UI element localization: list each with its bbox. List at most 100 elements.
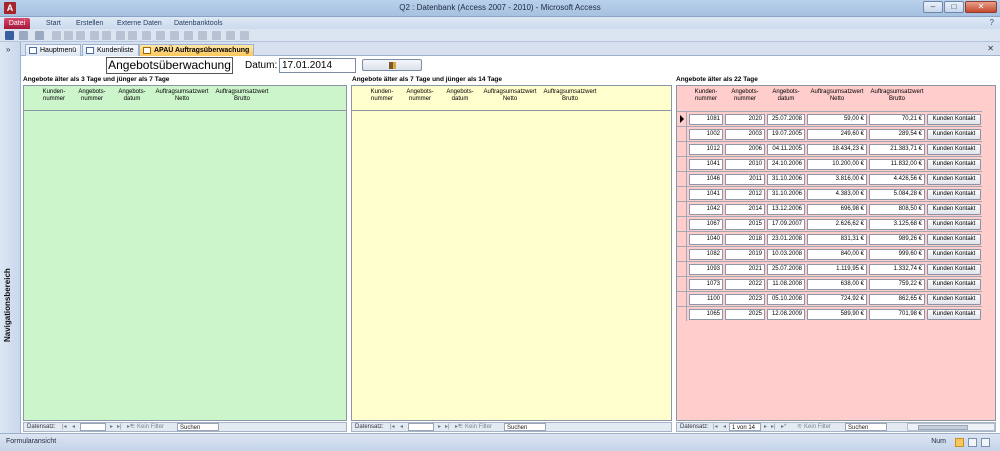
record-selector[interactable] [677, 172, 687, 186]
search-input[interactable]: Suchen [177, 423, 219, 431]
kundennummer-cell[interactable]: 1093 [689, 264, 723, 275]
angebotsdatum-cell[interactable]: 05.10.2008 [767, 294, 805, 305]
table-row[interactable]: 1012 2006 04.11.2005 18.434,23 €21.383,71 €… [677, 141, 982, 156]
toolbar-tool-icon[interactable] [170, 31, 179, 40]
record-selector[interactable] [677, 187, 687, 201]
toolbar-tool-icon[interactable] [240, 31, 249, 40]
angebotsnummer-cell[interactable]: 2022 [725, 279, 765, 290]
last-record-button[interactable]: ▸| [771, 423, 776, 431]
toolbar-tool-icon[interactable] [142, 31, 151, 40]
previous-record-button[interactable]: ◂ [72, 423, 75, 431]
current-record-field[interactable] [80, 423, 106, 431]
table-row[interactable]: 1067 2015 17.09.2007 2.626,62 €3.125,68 € Ku… [677, 216, 982, 231]
brutto-cell[interactable]: 759,22 € [869, 279, 925, 290]
help-icon[interactable]: ? [990, 18, 994, 27]
form-view-icon[interactable] [955, 438, 964, 447]
next-record-button[interactable]: ▸ [438, 423, 441, 431]
brutto-cell[interactable]: 701,98 € [869, 309, 925, 320]
tab-erstellen[interactable]: Erstellen [76, 18, 103, 29]
kundennummer-cell[interactable]: 1046 [689, 174, 723, 185]
toolbar-tool-icon[interactable] [64, 31, 73, 40]
record-selector[interactable] [677, 232, 687, 246]
kundennummer-cell[interactable]: 1100 [689, 294, 723, 305]
table-row[interactable]: 1046 2011 31.10.2006 3.816,00 €4.426,56 € Ku… [677, 171, 982, 186]
netto-cell[interactable]: 10.200,00 € [807, 159, 867, 170]
netto-cell[interactable]: 249,60 € [807, 129, 867, 140]
angebotsdatum-cell[interactable]: 10.03.2008 [767, 249, 805, 260]
filter-status[interactable]: ⚟ Kein Filter [458, 423, 492, 431]
tab-datenbanktools[interactable]: Datenbanktools [174, 18, 223, 29]
datum-field[interactable]: 17.01.2014 [279, 58, 356, 73]
current-record-field[interactable] [408, 423, 434, 431]
kundennummer-cell[interactable]: 1073 [689, 279, 723, 290]
angebotsnummer-cell[interactable]: 2020 [725, 114, 765, 125]
kundennummer-cell[interactable]: 1040 [689, 234, 723, 245]
angebotsdatum-cell[interactable]: 17.09.2007 [767, 219, 805, 230]
angebotsdatum-cell[interactable]: 31.10.2006 [767, 189, 805, 200]
toolbar-tool-icon[interactable] [156, 31, 165, 40]
record-selector[interactable] [677, 277, 687, 291]
previous-record-button[interactable]: ◂ [723, 423, 726, 431]
kundennummer-cell[interactable]: 1067 [689, 219, 723, 230]
angebotsnummer-cell[interactable]: 2018 [725, 234, 765, 245]
angebotsnummer-cell[interactable]: 2003 [725, 129, 765, 140]
brutto-cell[interactable]: 21.383,71 € [869, 144, 925, 155]
kundennummer-cell[interactable]: 1082 [689, 249, 723, 260]
tab-hauptmenue[interactable]: Hauptmenü [25, 44, 82, 56]
kunden-kontakt-button[interactable]: Kunden Kontakt [927, 309, 981, 320]
kundennummer-cell[interactable]: 1042 [689, 204, 723, 215]
kundennummer-cell[interactable]: 1081 [689, 114, 723, 125]
angebotsnummer-cell[interactable]: 2012 [725, 189, 765, 200]
tab-start[interactable]: Start [46, 18, 61, 29]
brutto-cell[interactable]: 1.332,74 € [869, 264, 925, 275]
kunden-kontakt-button[interactable]: Kunden Kontakt [927, 219, 981, 230]
maximize-button[interactable]: □ [944, 1, 964, 13]
angebotsnummer-cell[interactable]: 2019 [725, 249, 765, 260]
angebotsdatum-cell[interactable]: 24.10.2006 [767, 159, 805, 170]
record-selector[interactable] [677, 142, 687, 156]
kunden-kontakt-button[interactable]: Kunden Kontakt [927, 114, 981, 125]
kunden-kontakt-button[interactable]: Kunden Kontakt [927, 144, 981, 155]
kundennummer-cell[interactable]: 1002 [689, 129, 723, 140]
kunden-kontakt-button[interactable]: Kunden Kontakt [927, 159, 981, 170]
netto-cell[interactable]: 724,92 € [807, 294, 867, 305]
angebotsdatum-cell[interactable]: 25.07.2008 [767, 114, 805, 125]
brutto-cell[interactable]: 862,65 € [869, 294, 925, 305]
record-selector[interactable] [677, 127, 687, 141]
tab-apau-auftragsueberwachung[interactable]: APAÜ Auftragsüberwachung [139, 44, 255, 56]
brutto-cell[interactable]: 11.832,00 € [869, 159, 925, 170]
last-record-button[interactable]: ▸| [117, 423, 122, 431]
toolbar-tool-icon[interactable] [102, 31, 111, 40]
kunden-kontakt-button[interactable]: Kunden Kontakt [927, 249, 981, 260]
record-selector[interactable] [677, 202, 687, 216]
brutto-cell[interactable]: 70,21 € [869, 114, 925, 125]
brutto-cell[interactable]: 3.125,68 € [869, 219, 925, 230]
scrollbar-thumb[interactable] [918, 425, 968, 430]
nav-pane-toggle-icon[interactable]: » [6, 45, 10, 54]
next-record-button[interactable]: ▸ [110, 423, 113, 431]
layout-view-icon[interactable] [968, 438, 977, 447]
toolbar-tool-icon[interactable] [226, 31, 235, 40]
angebotsnummer-cell[interactable]: 2006 [725, 144, 765, 155]
current-record-field[interactable]: 1 von 14 [729, 423, 761, 431]
kundennummer-cell[interactable]: 1041 [689, 189, 723, 200]
angebotsdatum-cell[interactable]: 25.07.2008 [767, 264, 805, 275]
first-record-button[interactable]: |◂ [390, 423, 395, 431]
record-selector[interactable] [677, 217, 687, 231]
record-selector[interactable] [677, 112, 687, 126]
toolbar-tool-icon[interactable] [184, 31, 193, 40]
table-row[interactable]: 1065 2025 12.08.2009 589,90 €701,98 € Kunden… [677, 306, 982, 321]
redo-icon[interactable] [35, 31, 44, 40]
table-row[interactable]: 1041 2010 24.10.2006 10.200,00 €11.832,00 €… [677, 156, 982, 171]
brutto-cell[interactable]: 989,26 € [869, 234, 925, 245]
minimize-button[interactable]: – [923, 1, 943, 13]
angebotsnummer-cell[interactable]: 2015 [725, 219, 765, 230]
toolbar-tool-icon[interactable] [212, 31, 221, 40]
netto-cell[interactable]: 696,98 € [807, 204, 867, 215]
angebotsdatum-cell[interactable]: 04.11.2005 [767, 144, 805, 155]
record-selector[interactable] [677, 292, 687, 306]
angebotsdatum-cell[interactable]: 23.01.2008 [767, 234, 805, 245]
angebotsnummer-cell[interactable]: 2011 [725, 174, 765, 185]
record-selector[interactable] [677, 262, 687, 276]
record-selector[interactable] [677, 307, 687, 321]
